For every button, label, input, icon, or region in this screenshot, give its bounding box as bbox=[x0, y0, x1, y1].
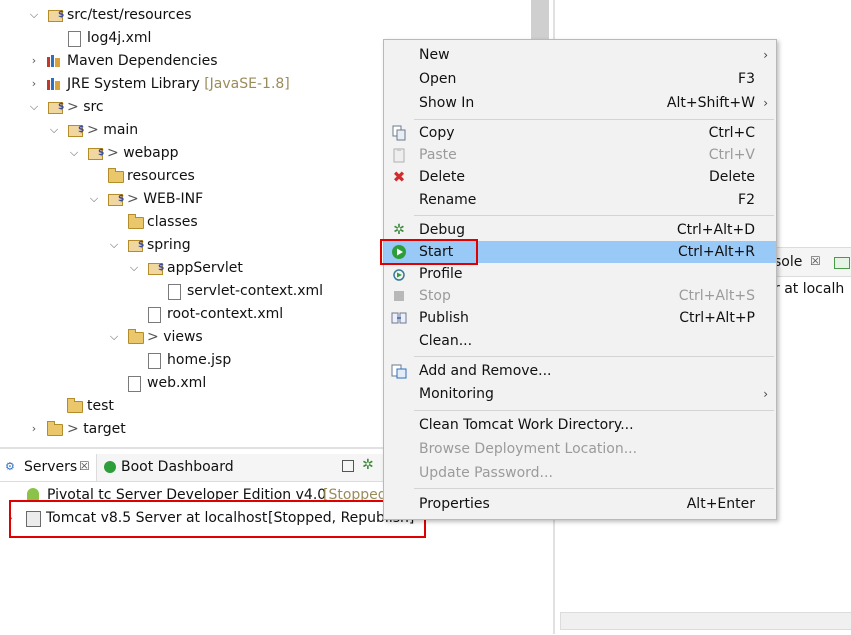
menu-item-profile[interactable]: Profile bbox=[384, 263, 776, 285]
menu-separator bbox=[414, 215, 774, 216]
profile-icon bbox=[393, 269, 405, 281]
explorer-scrollbar[interactable] bbox=[531, 0, 549, 40]
paste-icon bbox=[393, 148, 405, 163]
chevron-right-icon: › bbox=[763, 387, 768, 401]
folder-icon bbox=[128, 329, 144, 344]
chevron-down-icon[interactable]: ⌵ bbox=[88, 188, 100, 210]
chevron-right-icon[interactable]: › bbox=[28, 73, 40, 95]
folder-icon bbox=[47, 421, 63, 436]
menu-item-copy[interactable]: Copy Ctrl+C bbox=[384, 122, 776, 144]
folder-icon: $ bbox=[48, 102, 64, 114]
library-icon bbox=[47, 55, 60, 67]
menu-item-add-remove[interactable]: Add and Remove... bbox=[384, 360, 776, 382]
chevron-right-icon: › bbox=[763, 48, 768, 62]
menu-item-update-password[interactable]: Update Password... bbox=[384, 462, 776, 484]
menu-item-delete[interactable]: ✖ Delete Delete bbox=[384, 166, 776, 188]
console-hscroll[interactable] bbox=[560, 612, 851, 630]
chevron-right-icon[interactable]: › bbox=[28, 50, 40, 72]
menu-item-publish[interactable]: Publish Ctrl+Alt+P bbox=[384, 307, 776, 329]
xml-file-icon bbox=[128, 376, 141, 392]
copy-icon bbox=[392, 125, 406, 141]
folder-icon bbox=[67, 398, 83, 413]
folder-icon: $ bbox=[128, 240, 144, 252]
menu-separator bbox=[414, 119, 774, 120]
add-remove-icon bbox=[391, 364, 407, 379]
jsp-file-icon bbox=[148, 353, 161, 369]
chevron-right-icon: › bbox=[763, 96, 768, 110]
close-icon[interactable]: ☒ bbox=[79, 459, 90, 473]
spring-xml-file-icon bbox=[168, 284, 181, 300]
menu-separator bbox=[414, 356, 774, 357]
menu-item-clean-tomcat-work-directory[interactable]: Clean Tomcat Work Directory... bbox=[384, 414, 776, 436]
folder-icon: $ bbox=[88, 148, 104, 160]
chevron-down-icon[interactable]: ⌵ bbox=[28, 4, 40, 26]
chevron-down-icon[interactable]: ⌵ bbox=[108, 326, 120, 348]
chevron-down-icon[interactable]: ⌵ bbox=[128, 257, 140, 279]
menu-item-stop[interactable]: Stop Ctrl+Alt+S bbox=[384, 285, 776, 307]
callout-box-tomcat bbox=[9, 500, 426, 538]
chevron-down-icon[interactable]: ⌵ bbox=[108, 234, 120, 256]
view-menu-icon[interactable] bbox=[834, 257, 850, 269]
folder-icon: $ bbox=[108, 194, 124, 206]
library-icon bbox=[47, 78, 60, 90]
close-icon[interactable]: ☒ bbox=[810, 254, 821, 268]
debug-server-icon[interactable]: ✲ bbox=[362, 457, 374, 473]
spring-xml-file-icon bbox=[148, 307, 161, 323]
chevron-down-icon[interactable]: ⌵ bbox=[68, 142, 80, 164]
menu-item-properties[interactable]: Properties Alt+Enter bbox=[384, 493, 776, 515]
folder-icon: $ bbox=[148, 263, 164, 275]
folder-icon bbox=[108, 168, 124, 183]
menu-item-open[interactable]: Open F3 bbox=[384, 68, 776, 90]
chevron-down-icon[interactable]: ⌵ bbox=[28, 96, 40, 118]
chevron-down-icon[interactable]: ⌵ bbox=[48, 119, 60, 141]
source-folder-icon: $ bbox=[48, 10, 64, 22]
menu-item-browse-deployment-location[interactable]: Browse Deployment Location... bbox=[384, 438, 776, 460]
chevron-right-icon[interactable]: › bbox=[28, 418, 40, 440]
menu-separator bbox=[414, 488, 774, 489]
tab-servers[interactable]: ⚙ Servers ☒ bbox=[0, 454, 97, 481]
tab-boot-dashboard[interactable]: Boot Dashboard bbox=[100, 454, 250, 481]
tree-item-src-test-resources[interactable]: ⌵ $ src/test/resources bbox=[0, 4, 520, 26]
folder-icon: $ bbox=[68, 125, 84, 137]
menu-item-rename[interactable]: Rename F2 bbox=[384, 189, 776, 211]
menu-item-show-in[interactable]: Show In Alt+Shift+W › bbox=[384, 92, 776, 114]
xml-file-icon bbox=[68, 31, 81, 47]
debug-icon: ✲ bbox=[393, 222, 405, 238]
menu-item-paste[interactable]: Paste Ctrl+V bbox=[384, 144, 776, 166]
menu-item-monitoring[interactable]: Monitoring › bbox=[384, 383, 776, 405]
minimize-icon[interactable] bbox=[342, 460, 354, 472]
menu-item-debug[interactable]: ✲ Debug Ctrl+Alt+D bbox=[384, 219, 776, 241]
menu-item-new[interactable]: New › bbox=[384, 44, 776, 66]
boot-dashboard-icon bbox=[104, 461, 116, 473]
servers-icon: ⚙ bbox=[5, 460, 15, 473]
stop-icon bbox=[394, 291, 404, 301]
delete-icon: ✖ bbox=[392, 168, 406, 186]
menu-separator bbox=[414, 410, 774, 411]
menu-item-clean[interactable]: Clean... bbox=[384, 330, 776, 352]
folder-icon bbox=[128, 214, 144, 229]
callout-box-start bbox=[380, 239, 478, 265]
publish-icon bbox=[391, 312, 407, 324]
context-menu: New › Open F3 Show In Alt+Shift+W › Copy… bbox=[383, 39, 777, 520]
